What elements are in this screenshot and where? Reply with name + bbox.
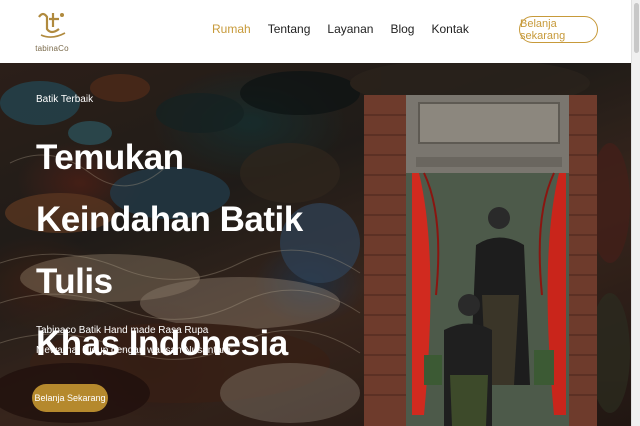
hero-subtitle-line-1: Tabinaco Batik Hand made Rasa Rupa	[36, 325, 209, 336]
hero-subtitle-line-2: Mewarnai Hidup dengan warisan Nusantara	[36, 345, 231, 356]
shop-now-hero-button[interactable]: Belanja Sekarang	[32, 384, 108, 412]
navbar: tabinaCo Rumah Tentang Layanan Blog Kont…	[0, 0, 631, 63]
hero-title-line-2: Keindahan Batik Tulis	[36, 200, 303, 301]
hero-section: Batik Terbaik Temukan Keindahan Batik Tu…	[0, 63, 631, 426]
nav-link-kontak[interactable]: Kontak	[431, 22, 468, 36]
hero-title-line-1: Temukan	[36, 138, 184, 177]
logo-text: tabinaCo	[35, 44, 69, 53]
brand-logo[interactable]: tabinaCo	[30, 7, 74, 53]
shop-now-nav-button[interactable]: Belanja sekarang	[519, 16, 598, 43]
nav-links: Rumah Tentang Layanan Blog Kontak	[212, 22, 486, 36]
logo-mark-icon	[38, 12, 66, 38]
nav-link-rumah[interactable]: Rumah	[212, 22, 251, 36]
scrollbar-thumb[interactable]	[634, 3, 639, 53]
page-scrollbar[interactable]	[631, 0, 640, 426]
hero-subtitle: Tabinaco Batik Hand made Rasa Rupa Mewar…	[36, 321, 276, 361]
nav-link-tentang[interactable]: Tentang	[268, 22, 311, 36]
hero-photo	[364, 95, 597, 426]
hero-eyebrow: Batik Terbaik	[36, 94, 94, 105]
nav-link-layanan[interactable]: Layanan	[327, 22, 373, 36]
nav-link-blog[interactable]: Blog	[390, 22, 414, 36]
